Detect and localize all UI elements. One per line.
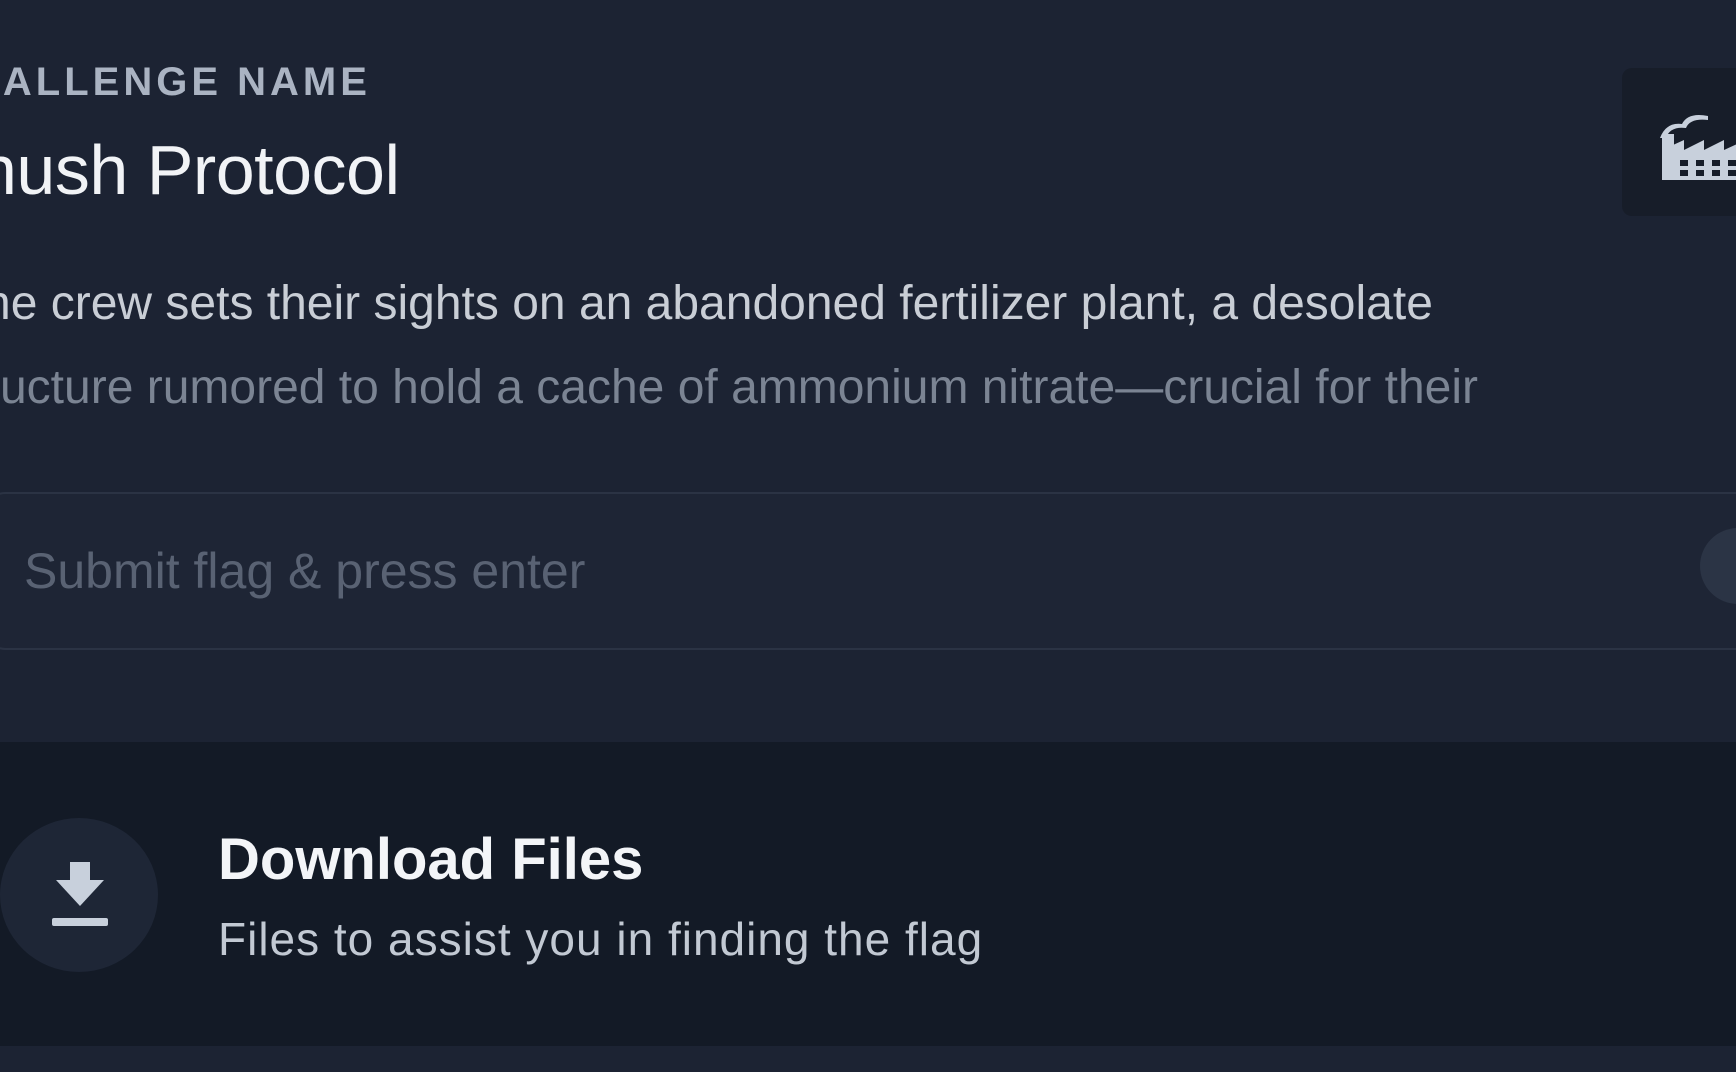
download-button[interactable] (0, 818, 158, 972)
download-files-section[interactable] (0, 742, 1736, 1046)
category-icon-box (1622, 68, 1736, 216)
challenge-view: HALLENGE NAME hush Protocol he crew sets… (0, 0, 1736, 1072)
download-icon (52, 862, 108, 926)
challenge-name-label: HALLENGE NAME (0, 60, 371, 104)
download-title: Download Files (218, 827, 644, 892)
challenge-panel: HALLENGE NAME hush Protocol he crew sets… (0, 0, 1736, 742)
factory-icon (1660, 115, 1736, 180)
flag-input[interactable] (0, 492, 1736, 650)
bottom-strip (0, 1046, 1736, 1072)
description-line-2: ructure rumored to hold a cache of ammon… (0, 361, 1478, 414)
description-line-1: he crew sets their sights on an abandone… (0, 277, 1433, 330)
challenge-description: he crew sets their sights on an abandone… (0, 262, 1704, 430)
download-subtitle: Files to assist you in finding the flag (218, 913, 984, 965)
challenge-title: hush Protocol (0, 131, 400, 209)
